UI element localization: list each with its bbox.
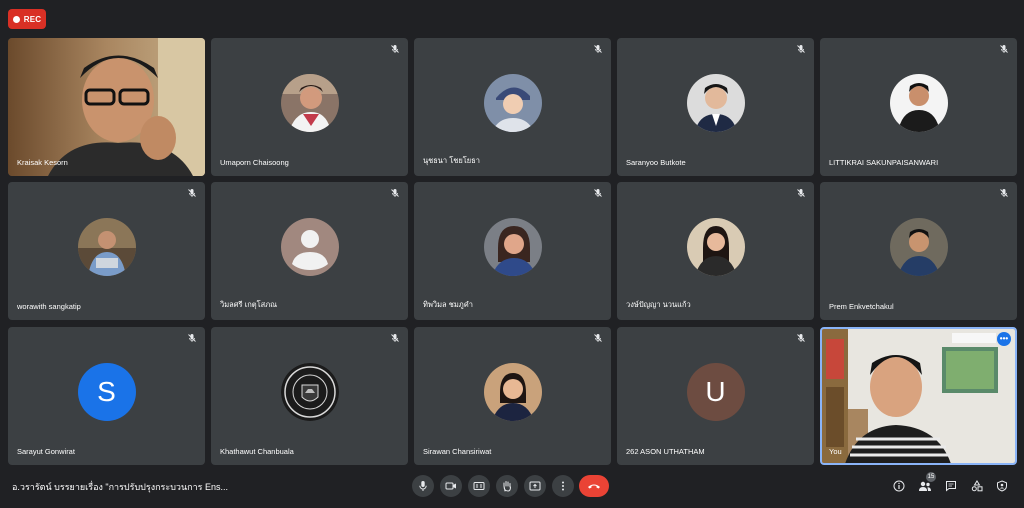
more-options-button[interactable] xyxy=(552,475,574,497)
participant-tile-khathawut[interactable]: Khathawut Chanbuala xyxy=(211,327,408,465)
participant-name: Kraisak Kesorn xyxy=(17,158,68,167)
participant-name: Khathawut Chanbuala xyxy=(220,447,294,456)
participant-name: LITTIKRAI SAKUNPAISANWARI xyxy=(829,158,939,167)
more-options-icon xyxy=(562,481,564,491)
mic-off-icon xyxy=(188,334,196,342)
participant-tile-sirawan[interactable]: Sirawan Chansiriwat xyxy=(414,327,611,465)
host-controls-icon xyxy=(997,480,1007,492)
participant-tile-wimonsri[interactable]: วิมลศรี เกตุโสภณ xyxy=(211,182,408,320)
meeting-info-button[interactable] xyxy=(890,477,908,495)
mic-off-icon xyxy=(797,334,805,342)
participant-name: You xyxy=(829,447,842,456)
mic-off-icon xyxy=(594,45,602,53)
mic-off-icon xyxy=(797,45,805,53)
mic-off-icon xyxy=(1000,45,1008,53)
football-crest-icon xyxy=(280,363,339,421)
end-call-icon xyxy=(588,484,600,489)
rec-dot-icon xyxy=(12,15,20,23)
participant-name: Sarayut Gonwirat xyxy=(17,447,75,456)
participant-tile-nutchana[interactable]: นุชธนา โชยโยธา xyxy=(414,38,611,176)
mic-off-icon xyxy=(797,189,805,197)
activities-button[interactable] xyxy=(968,477,986,495)
more-options-icon[interactable]: ••• xyxy=(997,332,1011,346)
rec-badge: REC xyxy=(8,9,46,29)
participant-tile-prem[interactable]: Prem Enkvetchakul xyxy=(820,182,1017,320)
participant-avatar xyxy=(686,218,745,276)
participant-name: Saranyoo Butkote xyxy=(626,158,686,167)
participant-name: ทิพวิมล ชมภูคำ xyxy=(423,300,473,309)
participant-avatar xyxy=(77,218,136,276)
participant-tile-worawith[interactable]: worawith sangkatip xyxy=(8,182,205,320)
activities-icon xyxy=(971,480,983,492)
participant-tile-saranyoo[interactable]: Saranyoo Butkote xyxy=(617,38,814,176)
camera-button[interactable] xyxy=(440,475,462,497)
info-icon xyxy=(893,480,905,492)
mic-off-icon xyxy=(1000,189,1008,197)
participant-name: Prem Enkvetchakul xyxy=(829,302,894,311)
mic-off-icon xyxy=(594,334,602,342)
people-button[interactable]: 15 xyxy=(916,472,936,495)
mic-icon xyxy=(419,481,427,491)
letter-avatar: U xyxy=(686,363,745,421)
mic-off-icon xyxy=(391,334,399,342)
mic-off-icon xyxy=(594,189,602,197)
present-icon xyxy=(529,481,541,491)
raise-hand-icon xyxy=(503,481,511,492)
participant-name: นุชธนา โชยโยธา xyxy=(423,156,480,165)
chat-icon xyxy=(946,481,956,492)
participant-avatar xyxy=(686,74,745,132)
participant-tile-sarayut[interactable]: S Sarayut Gonwirat xyxy=(8,327,205,465)
participant-tile-you[interactable]: ••• You xyxy=(820,327,1017,465)
present-button[interactable] xyxy=(524,475,546,497)
participant-name: Sirawan Chansiriwat xyxy=(423,447,492,456)
host-controls-button[interactable] xyxy=(993,477,1011,495)
participant-tile-littikrai[interactable]: LITTIKRAI SAKUNPAISANWARI xyxy=(820,38,1017,176)
letter-avatar: S xyxy=(77,363,136,421)
mic-button[interactable] xyxy=(412,475,434,497)
default-avatar-icon xyxy=(280,218,339,276)
participant-avatar xyxy=(483,74,542,132)
end-call-button[interactable] xyxy=(579,475,609,497)
participant-avatar xyxy=(483,363,542,421)
participant-name: worawith sangkatip xyxy=(17,302,81,311)
participant-tile-wongpanya[interactable]: วงษ์ปัญญา นวนแก้ว xyxy=(617,182,814,320)
participant-avatar xyxy=(483,218,542,276)
mic-off-icon xyxy=(391,45,399,53)
self-video xyxy=(822,329,1015,463)
participant-avatar xyxy=(280,74,339,132)
control-bar: อ.วรารัตน์ บรรยายเรื่อง "การปรับปรุงกระบ… xyxy=(0,470,1024,508)
meeting-title: อ.วรารัตน์ บรรยายเรื่อง "การปรับปรุงกระบ… xyxy=(12,482,228,492)
participant-name: 262 ASON UTHATHAM xyxy=(626,447,705,456)
chat-button[interactable] xyxy=(942,477,960,495)
participant-name: วิมลศรี เกตุโสภณ xyxy=(220,300,278,309)
people-count-badge: 15 xyxy=(926,472,936,482)
participant-name: วงษ์ปัญญา นวนแก้ว xyxy=(626,300,691,309)
captions-icon xyxy=(473,482,485,490)
mic-off-icon xyxy=(391,189,399,197)
participant-name: Umaporn Chaisoong xyxy=(220,158,289,167)
participant-avatar xyxy=(889,218,948,276)
captions-button[interactable] xyxy=(468,475,490,497)
rec-label: REC xyxy=(23,14,42,24)
participant-tile-kraisak[interactable]: Kraisak Kesorn xyxy=(8,38,205,176)
participant-avatar xyxy=(889,74,948,132)
mic-off-icon xyxy=(188,189,196,197)
camera-icon xyxy=(445,482,456,490)
participant-video xyxy=(8,38,205,176)
participant-tile-umaporn[interactable]: Umaporn Chaisoong xyxy=(211,38,408,176)
raise-hand-button[interactable] xyxy=(496,475,518,497)
participant-tile-ason[interactable]: U 262 ASON UTHATHAM xyxy=(617,327,814,465)
participant-tile-thipwimon[interactable]: ทิพวิมล ชมภูคำ xyxy=(414,182,611,320)
